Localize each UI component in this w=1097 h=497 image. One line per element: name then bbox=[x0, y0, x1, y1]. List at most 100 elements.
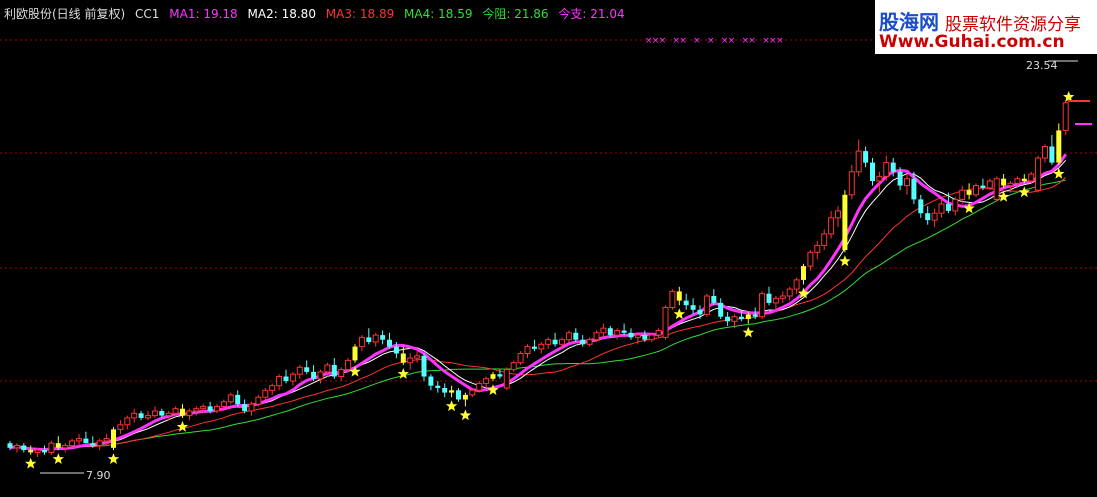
candle-body bbox=[586, 339, 593, 345]
candle-body bbox=[145, 415, 151, 419]
candle-body bbox=[255, 396, 262, 405]
candle-body bbox=[503, 369, 510, 389]
signal-star bbox=[742, 326, 754, 338]
candle-body bbox=[524, 346, 531, 355]
candle-body bbox=[421, 355, 427, 377]
candle-body bbox=[931, 212, 938, 221]
signal-star bbox=[445, 400, 458, 412]
candle-body bbox=[324, 364, 331, 373]
candle-body bbox=[634, 334, 641, 338]
candle-body bbox=[220, 401, 227, 407]
candle-body bbox=[48, 442, 55, 453]
signal-star bbox=[25, 457, 37, 469]
candle-body bbox=[607, 328, 613, 336]
candle-body bbox=[497, 374, 503, 377]
candle-body bbox=[786, 288, 793, 297]
candle-body bbox=[76, 438, 82, 442]
candle-body bbox=[380, 335, 386, 340]
signal-star bbox=[839, 255, 851, 267]
candle-body bbox=[897, 171, 903, 186]
candle-body bbox=[117, 424, 124, 430]
x-mark: × bbox=[728, 36, 736, 46]
ma4-value: 18.59 bbox=[438, 7, 473, 21]
candle-body bbox=[600, 327, 607, 334]
candle-body bbox=[1014, 178, 1021, 184]
ma4-label: MA4: bbox=[404, 7, 435, 21]
signal-star bbox=[107, 453, 120, 464]
candle-body bbox=[642, 335, 648, 340]
candle-body bbox=[738, 316, 744, 319]
candle-body bbox=[835, 210, 841, 219]
ma1-label: MA1: bbox=[169, 7, 200, 21]
candle-body bbox=[690, 305, 696, 310]
candle-body bbox=[725, 316, 731, 322]
indicator-header: 利欧股份(日线 前复权) CC1 MA1: 19.18 MA2: 18.80 M… bbox=[4, 5, 631, 22]
candle-body bbox=[510, 362, 517, 371]
candle-body bbox=[648, 334, 655, 341]
x-mark: × bbox=[679, 36, 687, 46]
candle-body bbox=[697, 309, 703, 315]
candle-body bbox=[414, 355, 421, 359]
candle-body bbox=[759, 293, 766, 318]
low-price-label: 7.90 bbox=[86, 469, 111, 482]
signal-star bbox=[1018, 186, 1030, 198]
candle-body bbox=[848, 171, 855, 196]
candle-body bbox=[1001, 178, 1007, 186]
x-marks: × × × × × × × × × × × × × × bbox=[645, 36, 784, 46]
candle-body bbox=[69, 440, 76, 446]
candle-body bbox=[766, 293, 772, 303]
candle-body bbox=[863, 151, 869, 163]
candle-body bbox=[214, 405, 220, 412]
candle-body bbox=[821, 233, 828, 246]
candle-body bbox=[814, 244, 821, 253]
candle-body bbox=[331, 365, 337, 377]
candle-body bbox=[83, 438, 89, 444]
candle-body bbox=[200, 405, 207, 410]
candle-body bbox=[186, 410, 193, 417]
x-mark: × bbox=[748, 36, 756, 46]
candle-body bbox=[269, 385, 276, 391]
candle-body bbox=[538, 343, 545, 350]
ma3-readout: MA3: 18.89 bbox=[326, 7, 394, 21]
candle-body bbox=[345, 359, 352, 371]
candle-body bbox=[945, 204, 951, 211]
candle-body bbox=[1007, 182, 1014, 187]
candle-body bbox=[993, 178, 1000, 200]
candle-body bbox=[911, 178, 917, 200]
ma3-label: MA3: bbox=[325, 7, 357, 21]
candle-body bbox=[718, 302, 724, 317]
watermark-url: Www.Guhai.com.cn bbox=[879, 32, 1065, 52]
candle-body bbox=[96, 440, 103, 446]
candlestick-chart[interactable]: × × × × × × × × × × × × × × bbox=[0, 0, 1097, 497]
x-mark: × bbox=[776, 36, 784, 46]
candle-body bbox=[262, 389, 269, 398]
candle-body bbox=[193, 408, 200, 412]
candle-body bbox=[469, 389, 476, 396]
candle-body bbox=[476, 382, 483, 391]
x-mark: × bbox=[659, 36, 667, 46]
candle-body bbox=[483, 378, 490, 384]
candle-body bbox=[938, 203, 945, 214]
candle-body bbox=[283, 376, 289, 382]
support-value: 21.04 bbox=[590, 7, 625, 21]
candle-body bbox=[959, 189, 966, 200]
candle-body bbox=[559, 339, 565, 345]
candle-body bbox=[442, 388, 448, 393]
ma1-path bbox=[9, 153, 1067, 452]
resist-value: 21.86 bbox=[514, 7, 549, 21]
candle-body bbox=[1042, 146, 1048, 159]
candle-body bbox=[55, 443, 61, 448]
candle-body bbox=[289, 373, 296, 382]
candle-body bbox=[683, 300, 689, 306]
candle-body bbox=[111, 429, 116, 448]
candle-body bbox=[393, 346, 399, 354]
candle-body bbox=[103, 438, 110, 442]
candle-body bbox=[235, 394, 241, 405]
candle-body bbox=[21, 445, 27, 451]
candles-group bbox=[7, 100, 1069, 457]
candle-body bbox=[1056, 130, 1062, 163]
candle-body bbox=[980, 185, 986, 188]
candle-body bbox=[400, 353, 406, 363]
candle-body bbox=[165, 412, 172, 417]
candle-body bbox=[890, 162, 896, 172]
